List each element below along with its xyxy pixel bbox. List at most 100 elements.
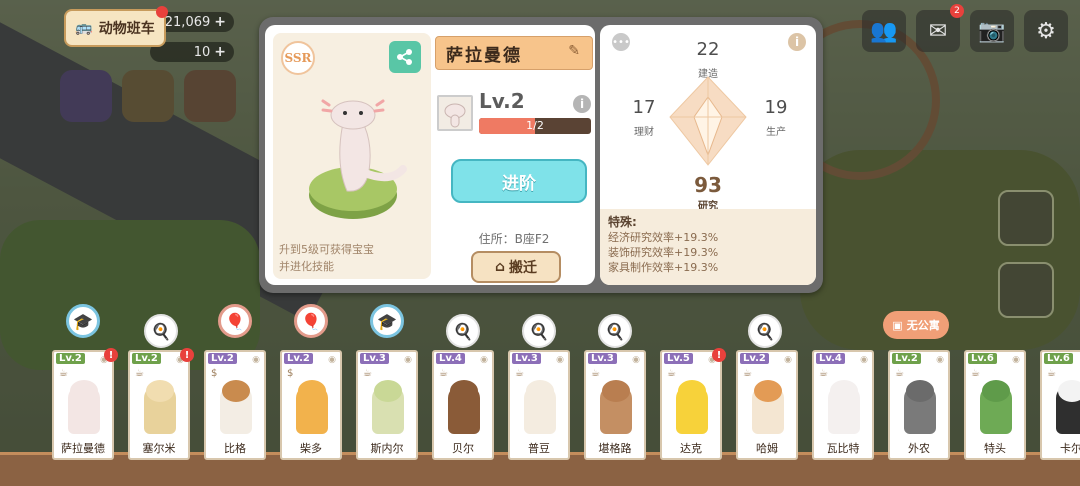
animal-head xyxy=(70,380,98,402)
card-name: 特头 xyxy=(984,442,1006,455)
animal-name: 萨拉曼德 xyxy=(446,45,522,66)
edit-name-icon[interactable]: ✎ xyxy=(568,43,582,59)
location-pin-icon: ◉ xyxy=(404,355,412,365)
gem-value: 10 xyxy=(193,44,211,60)
level-label: Lv.2 xyxy=(479,89,525,113)
card-level: Lv.2 xyxy=(56,353,85,364)
animal-bus-button[interactable]: 🚌 动物班车 xyxy=(64,6,168,47)
card-level: Lv.2 xyxy=(132,353,161,364)
work-type-icon: ☕ xyxy=(971,368,980,379)
work-type-icon: ☕ xyxy=(59,368,68,379)
location-pin-icon: ◉ xyxy=(480,355,488,365)
location-pin-icon: ◉ xyxy=(936,355,944,365)
card-level: Lv.3 xyxy=(588,353,617,364)
mail-icon[interactable]: ✉ 2 xyxy=(916,4,964,52)
animal-card[interactable]: Lv.2 ☕ ◉ 外农 xyxy=(888,350,950,460)
build-value: 22 xyxy=(696,39,720,60)
homeless-label: 无公寓 xyxy=(906,319,940,332)
animal-card[interactable]: Lv.4 ☕ ◉ 贝尔 xyxy=(432,350,494,460)
finance-value: 17 xyxy=(632,97,656,118)
location-pin-icon: ◉ xyxy=(1012,355,1020,365)
activity-bubble[interactable]: 🍳 xyxy=(144,314,178,348)
share-icon xyxy=(397,49,412,65)
animal-card[interactable]: Lv.2 ☕ ◉! 萨拉曼德 xyxy=(52,348,118,460)
card-level: Lv.6 xyxy=(1044,353,1073,364)
production-label: 生产 xyxy=(766,127,786,138)
card-name: 贝尔 xyxy=(452,442,474,455)
card-name: 卡尔 xyxy=(1060,442,1080,455)
card-name: 普豆 xyxy=(528,442,550,455)
activity-bubble[interactable]: 🍳 xyxy=(748,314,782,348)
activity-bubble[interactable]: 🍳 xyxy=(598,314,632,348)
work-type-icon: ☕ xyxy=(591,368,600,379)
work-type-icon: ☕ xyxy=(135,368,144,379)
animal-card[interactable]: Lv.2 ☕ ◉! 塞尔米 xyxy=(128,348,194,460)
advance-button[interactable]: 进阶 xyxy=(451,159,587,203)
animal-card[interactable]: Lv.5 ☕ ◉! 达克 xyxy=(660,348,726,460)
hint-line: 升到5级可获得宝宝 xyxy=(279,243,374,256)
friends-icon[interactable]: 👥 xyxy=(862,10,906,52)
mini-portrait xyxy=(437,95,473,131)
evolution-hint: 升到5级可获得宝宝 并进化技能 xyxy=(279,241,374,275)
salamander-thumb xyxy=(444,103,466,128)
card-name: 达克 xyxy=(680,442,702,455)
animal-head xyxy=(982,380,1010,402)
activity-bubble[interactable]: 🎓 xyxy=(66,304,100,338)
animal-head xyxy=(298,380,326,402)
animal-card[interactable]: Lv.2 $ ◉ 柴多 xyxy=(280,350,342,460)
notification-dot xyxy=(156,6,168,18)
production-value: 19 xyxy=(764,97,788,118)
move-button[interactable]: ⌂ 搬迁 xyxy=(471,251,561,283)
animal-card[interactable]: Lv.3 ☕ ◉ 斯内尔 xyxy=(356,350,418,460)
location-pin-icon: ◉ xyxy=(632,355,640,365)
animal-card[interactable]: Lv.2 ☕ ◉ 哈姆 xyxy=(736,350,798,460)
work-type-icon: $ xyxy=(287,368,294,379)
more-icon[interactable]: ••• xyxy=(612,33,630,51)
animal-head xyxy=(602,380,630,402)
stats-info-icon[interactable]: i xyxy=(788,33,806,51)
animal-head xyxy=(830,380,858,402)
card-name: 外农 xyxy=(908,442,930,455)
work-type-icon: ☕ xyxy=(895,368,904,379)
animal-card[interactable]: Lv.6☕◉卡尔 xyxy=(1040,350,1080,460)
animal-card[interactable]: Lv.3 ☕ ◉ 普豆 xyxy=(508,350,570,460)
settings-icon[interactable]: ⚙ xyxy=(1024,10,1068,52)
activity-bubble[interactable]: 🎈 xyxy=(218,304,252,338)
bus-icon: 🚌 xyxy=(75,20,93,36)
card-level: Lv.2 xyxy=(208,353,237,364)
stats-radar-chart xyxy=(669,76,747,166)
card-name: 萨拉曼德 xyxy=(61,442,105,455)
card-level: Lv.4 xyxy=(816,353,845,364)
share-button[interactable] xyxy=(389,41,421,73)
camera-icon[interactable]: 📷 xyxy=(970,10,1014,52)
card-level: Lv.3 xyxy=(360,353,389,364)
work-type-icon: ☕ xyxy=(439,368,448,379)
work-type-icon: ☕ xyxy=(667,368,676,379)
level-info-icon[interactable]: i xyxy=(573,95,591,113)
add-coins-icon[interactable]: + xyxy=(214,14,226,30)
activity-bubble[interactable]: 🎈 xyxy=(294,304,328,338)
card-level: Lv.4 xyxy=(436,353,465,364)
card-name: 塞尔米 xyxy=(142,442,176,455)
animal-info-panel: SSR 升到5级可获得宝宝 并进化技能 萨拉曼德 ✎ Lv.2 i 1/2 进阶… xyxy=(265,25,595,285)
card-level: Lv.3 xyxy=(512,353,541,364)
animal-card[interactable]: Lv.2 $ ◉ 比格 xyxy=(204,350,266,460)
activity-bubble[interactable]: 🍳 xyxy=(446,314,480,348)
animal-card[interactable]: Lv.6 ☕ ◉ 特头 xyxy=(964,350,1026,460)
card-name: 瓦比特 xyxy=(826,442,860,455)
animal-name-field[interactable]: 萨拉曼德 ✎ xyxy=(435,36,593,70)
location-pin-icon: ◉ xyxy=(252,355,260,365)
add-gems-icon[interactable]: + xyxy=(214,44,226,60)
animal-head xyxy=(450,380,478,402)
special-title: 特殊: xyxy=(608,215,637,229)
card-level: Lv.2 xyxy=(284,353,313,364)
activity-bubble[interactable]: 🍳 xyxy=(522,314,556,348)
animal-card[interactable]: Lv.4 ☕ ◉ 瓦比特 xyxy=(812,350,874,460)
animal-card[interactable]: Lv.3 ☕ ◉ 堪格路 xyxy=(584,350,646,460)
hint-line: 并进化技能 xyxy=(279,260,334,273)
card-level: Lv.2 xyxy=(740,353,769,364)
card-name: 比格 xyxy=(224,442,246,455)
work-type-icon: ☕ xyxy=(1047,368,1056,379)
home-icon: ⌂ xyxy=(494,259,506,275)
activity-bubble[interactable]: 🎓 xyxy=(370,304,404,338)
